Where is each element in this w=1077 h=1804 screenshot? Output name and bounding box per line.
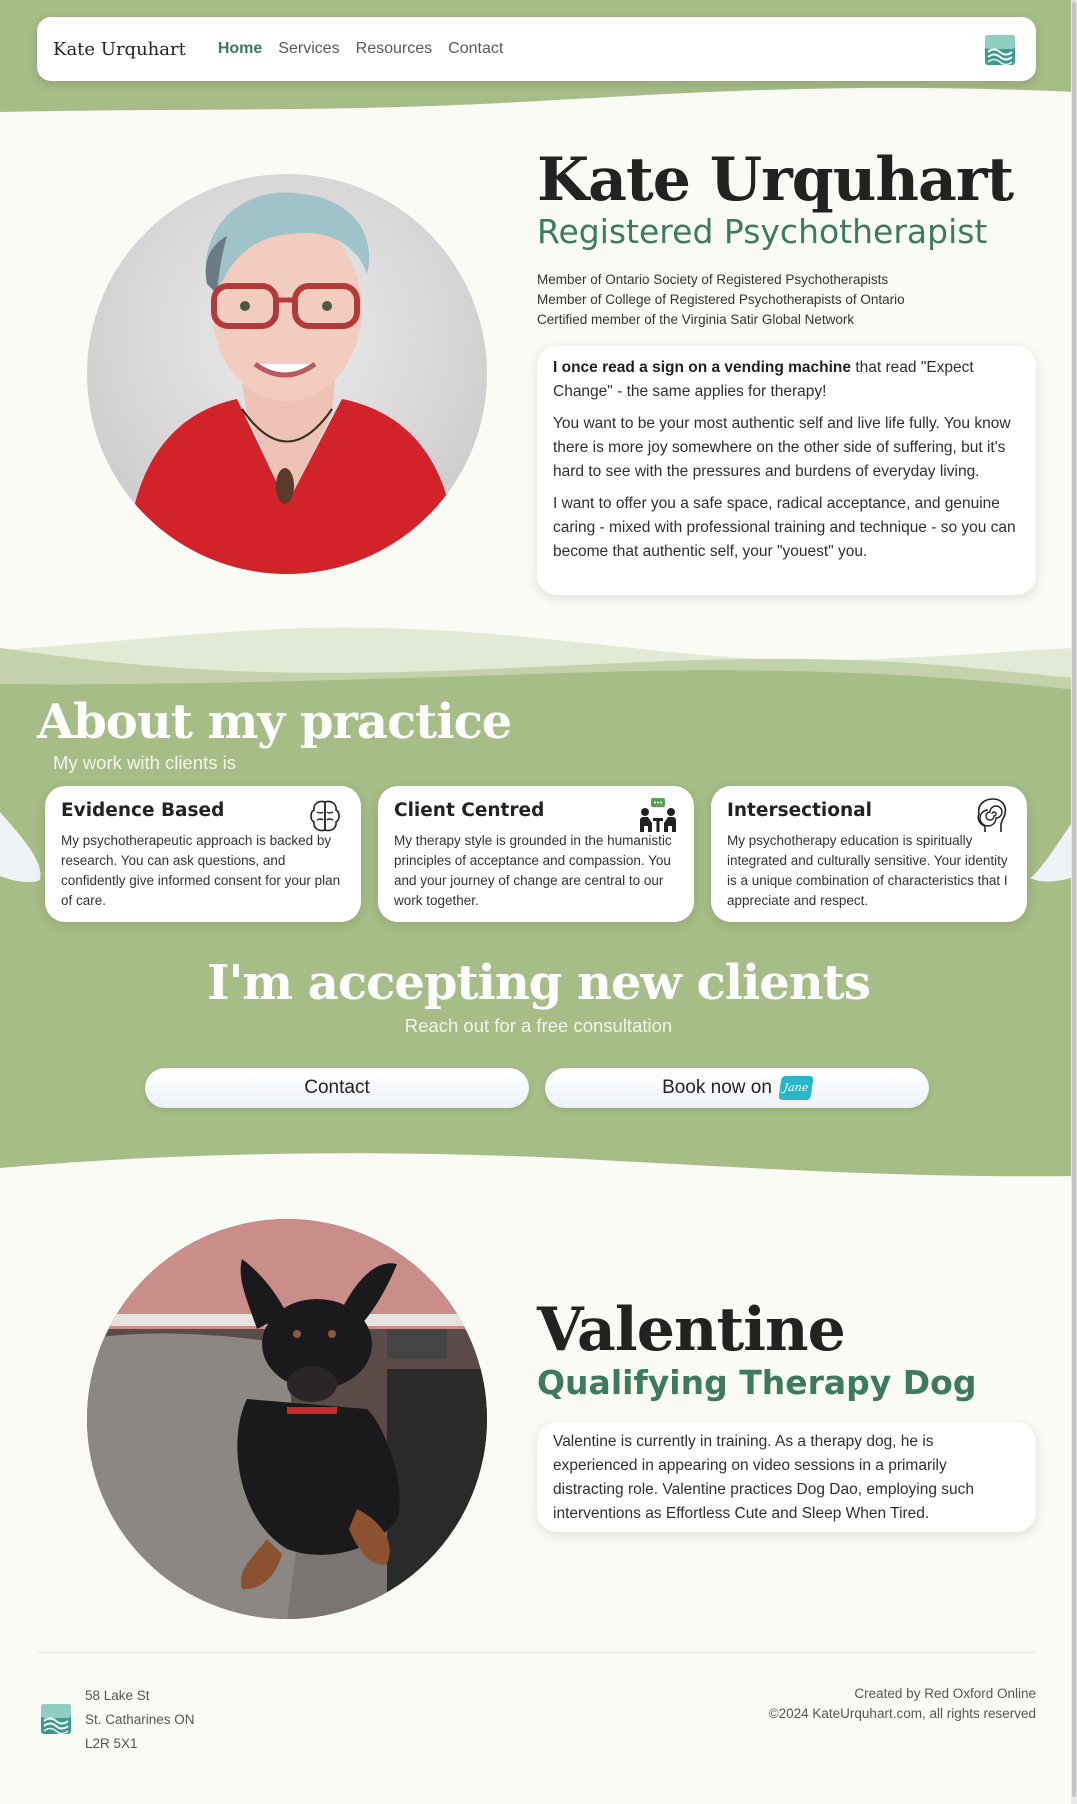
about-title: About my practice [37,694,512,750]
page-scrollbar[interactable] [1071,0,1077,1804]
feature-text: My psychotherapeutic approach is backed … [61,833,341,908]
book-now-button[interactable]: Book now on Jane [545,1068,929,1108]
top-navbar: Kate Urquhart Home Services Resources Co… [37,17,1036,81]
nav-link-home[interactable]: Home [218,40,262,58]
hero-name: Kate Urquhart [537,145,1014,215]
memberships-list: Member of Ontario Society of Registered … [537,270,905,330]
feature-text: My psychotherapy education is spirituall… [727,833,1008,908]
portrait-photo [87,174,487,574]
quote-paragraph-2: You want to be your most authentic self … [553,415,1011,480]
accepting-subtitle: Reach out for a free consultation [404,1015,673,1036]
quote-lead: I once read a sign on a vending machine [553,359,852,376]
footer-divider [37,1652,1036,1653]
membership-item: Member of Ontario Society of Registered … [537,272,889,287]
dog-title: Qualifying Therapy Dog [537,1363,977,1402]
footer-copyright: ©2024 KateUrquhart.com, all rights reser… [768,1706,1036,1721]
conversation-icon [640,798,676,832]
dog-description-card: Valentine is currently in training. As a… [537,1422,1036,1532]
scrollbar-thumb[interactable] [1072,2,1076,1797]
jane-logo-icon: Jane [778,1076,814,1100]
about-subtitle: My work with clients is [53,752,236,773]
wave-logo-icon[interactable] [984,34,1016,66]
membership-item: Member of College of Registered Psychoth… [537,292,905,307]
quote-paragraph-1: I once read a sign on a vending machine … [553,356,1020,404]
wave-logo-icon [41,1704,71,1735]
book-button-label: Book now on [662,1077,772,1098]
footer-credit[interactable]: Created by Red Oxford Online [769,1684,1036,1704]
contact-button[interactable]: Contact [145,1068,529,1108]
jane-badge-label: Jane [782,1081,810,1094]
membership-item: Certified member of the Virginia Satir G… [537,312,855,327]
feature-card-evidence-based: Evidence Based My psychotherapeutic appr… [45,786,361,922]
nav-link-resources[interactable]: Resources [356,40,432,58]
feature-text: My therapy style is grounded in the huma… [394,833,672,908]
site-brand[interactable]: Kate Urquhart [53,39,186,60]
contact-button-label: Contact [304,1077,370,1098]
feature-title: Intersectional [727,800,872,821]
accepting-title: I'm accepting new clients [207,955,871,1011]
feature-card-intersectional: Intersectional My psychotherapy educatio… [711,786,1027,922]
head-spiral-icon [977,798,1007,832]
dog-photo [87,1219,487,1619]
address-line: 58 Lake St [85,1688,150,1703]
intro-quote-card: I once read a sign on a vending machine … [537,346,1036,595]
address-line: St. Catharines ON [85,1712,195,1727]
footer-address: 58 Lake St St. Catharines ON L2R 5X1 [85,1684,195,1756]
nav-link-contact[interactable]: Contact [448,40,503,58]
feature-title: Client Centred [394,800,545,821]
nav-link-services[interactable]: Services [278,40,339,58]
brain-icon [310,800,340,832]
feature-title: Evidence Based [61,800,225,821]
feature-card-client-centred: Client Centred My therapy style is groun… [378,786,694,922]
footer-credits: Created by Red Oxford Online ©2024 KateU… [769,1684,1036,1724]
hero-title: Registered Psychotherapist [537,212,988,251]
dog-name: Valentine [537,1295,846,1365]
quote-paragraph-3: I want to offer you a safe space, radica… [553,495,1016,560]
dog-description: Valentine is currently in training. As a… [553,1433,975,1522]
address-line: L2R 5X1 [85,1736,138,1751]
